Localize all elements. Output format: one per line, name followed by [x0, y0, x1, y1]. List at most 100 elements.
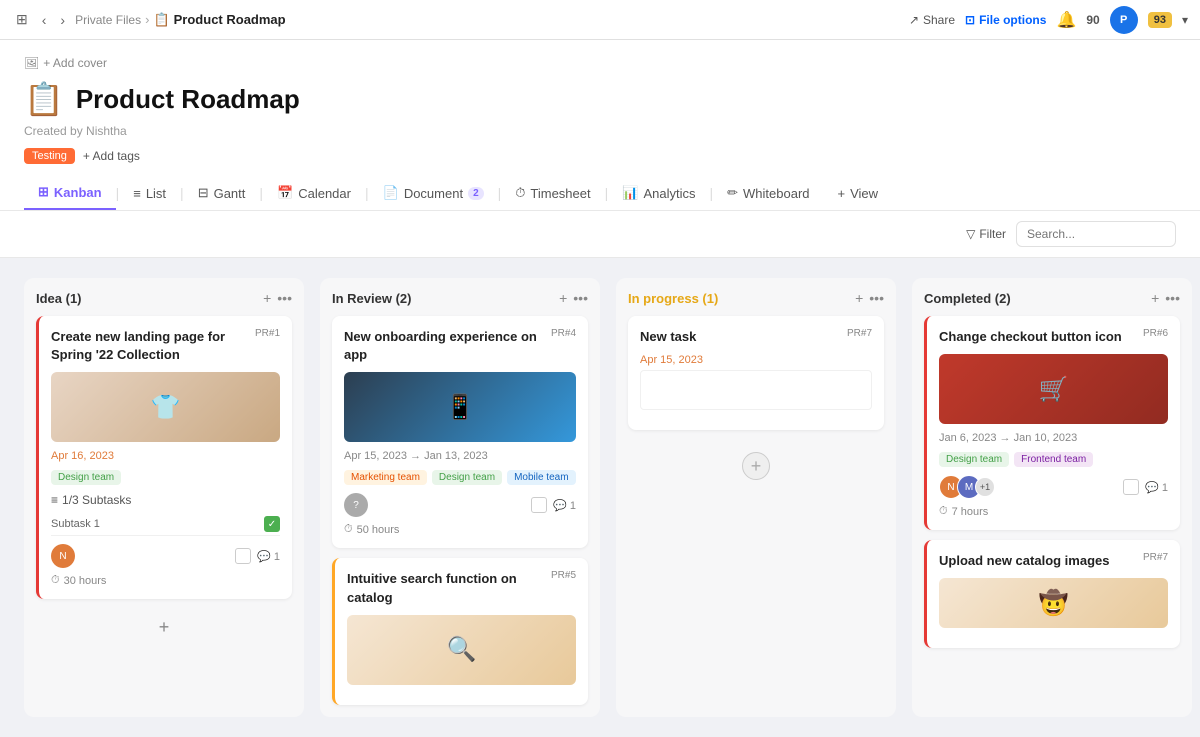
tab-kanban[interactable]: ⊞ Kanban — [24, 176, 116, 210]
card-pr1-subtasks: ≡ 1/3 Subtasks — [51, 493, 280, 507]
card-pr7b-image: 🤠 — [939, 578, 1168, 628]
share-button[interactable]: ↗ Share — [909, 13, 955, 27]
topbar-right: ↗ Share ⊡ File options 🔔 90 P 93 ▾ — [909, 6, 1188, 34]
clock-icon-pr6: ⏱ — [939, 505, 948, 518]
design-team-tag-pr4[interactable]: Design team — [432, 470, 502, 485]
filter-button[interactable]: ▽ Filter — [966, 227, 1006, 241]
card-pr5-badge: PR#5 — [551, 570, 576, 581]
card-pr7-inprogress[interactable]: New task PR#7 Apr 15, 2023 — [628, 316, 884, 430]
card-pr7-completed[interactable]: Upload new catalog images PR#7 🤠 — [924, 540, 1180, 648]
search-input[interactable] — [1016, 221, 1176, 247]
tab-gantt[interactable]: ⊟ Gantt — [184, 177, 260, 209]
back-btn[interactable]: ‹ — [38, 8, 51, 32]
topbar-left: ⊞ ‹ › Private Files › 📋 Product Roadmap — [12, 7, 901, 32]
gantt-icon: ⊟ — [198, 185, 209, 201]
card-pr6-comments: 💬 1 — [1145, 481, 1168, 494]
column-completed-menu-btn[interactable]: ••• — [1165, 290, 1180, 306]
subtask-1-checkbox[interactable]: ✓ — [264, 516, 280, 532]
score-badge: 93 — [1148, 12, 1172, 28]
card-pr1-image: 👕 — [51, 372, 280, 442]
card-pr4[interactable]: New onboarding experience on app PR#4 📱 … — [332, 316, 588, 548]
testing-tag[interactable]: Testing — [24, 148, 75, 164]
card-pr6[interactable]: Change checkout button icon PR#6 🛒 Jan 6… — [924, 316, 1180, 530]
card-pr1-comments: 💬 1 — [257, 550, 280, 563]
user-menu-chevron[interactable]: ▾ — [1182, 13, 1188, 27]
inprogress-add-card-btn[interactable]: + — [742, 452, 770, 480]
plus-icon: + — [838, 186, 846, 201]
column-inreview-title: In Review (2) — [332, 291, 411, 306]
clock-icon-pr4: ⏱ — [344, 523, 353, 536]
timesheet-icon: ⏱ — [515, 185, 525, 201]
subtask-1-item: Subtask 1 ✓ — [51, 513, 280, 536]
document-badge: 2 — [468, 187, 484, 200]
column-idea-add-card-btn[interactable]: + — [36, 609, 292, 646]
user-avatar[interactable]: P — [1110, 6, 1138, 34]
column-idea: Idea (1) + ••• Create new landing page f… — [24, 278, 304, 717]
sidebar-toggle-btn[interactable]: ⊞ — [12, 7, 32, 32]
add-tags-button[interactable]: + Add tags — [83, 149, 140, 163]
design-team-tag[interactable]: Design team — [51, 470, 121, 485]
breadcrumb-separator: › — [145, 12, 149, 27]
card-pr5[interactable]: Intuitive search function on catalog PR#… — [332, 558, 588, 704]
page-title-row: 📋 Product Roadmap — [24, 80, 1176, 118]
file-options-button[interactable]: ⊡ File options — [965, 13, 1046, 27]
card-pr6-avatars: N M +1 — [939, 475, 995, 499]
list-icon: ≡ — [133, 186, 141, 201]
column-inprogress-header: In progress (1) + ••• — [628, 290, 884, 306]
notifications-button[interactable]: 🔔 — [1056, 10, 1076, 30]
page-emoji: 📋 — [24, 80, 64, 118]
tab-analytics[interactable]: 📊 Analytics — [608, 177, 709, 209]
tab-whiteboard[interactable]: ✏ Whiteboard — [713, 177, 823, 209]
page-header: 🖼 + Add cover 📋 Product Roadmap Created … — [0, 40, 1200, 211]
card-pr7-date: Apr 15, 2023 — [640, 354, 872, 366]
tabs: ⊞ Kanban | ≡ List | ⊟ Gantt | 📅 Calendar… — [24, 176, 1176, 210]
column-idea-menu-btn[interactable]: ••• — [277, 290, 292, 306]
topbar: ⊞ ‹ › Private Files › 📋 Product Roadmap … — [0, 0, 1200, 40]
created-by-label: Created by Nishtha — [24, 124, 1176, 138]
mobile-team-tag[interactable]: Mobile team — [507, 470, 575, 485]
tab-view-plus[interactable]: + View — [824, 178, 893, 209]
forward-btn[interactable]: › — [56, 8, 69, 32]
card-pr6-checkbox[interactable] — [1123, 479, 1139, 495]
card-pr7-title: New task — [640, 328, 839, 346]
marketing-team-tag[interactable]: Marketing team — [344, 470, 427, 485]
card-pr4-badge: PR#4 — [551, 328, 576, 339]
tab-list[interactable]: ≡ List — [119, 178, 180, 209]
card-pr4-time: ⏱ 50 hours — [344, 523, 576, 536]
column-idea-add-btn[interactable]: + — [263, 290, 271, 306]
breadcrumb-parent[interactable]: Private Files — [75, 13, 141, 27]
card-pr7b-title: Upload new catalog images — [939, 552, 1135, 570]
tags-row: Testing + Add tags — [24, 148, 1176, 164]
column-inreview-menu-btn[interactable]: ••• — [573, 290, 588, 306]
card-pr4-date-range: Apr 15, 2023 → Jan 13, 2023 — [344, 450, 576, 462]
column-completed-add-btn[interactable]: + — [1151, 290, 1159, 306]
toolbar: ▽ Filter — [0, 211, 1200, 258]
column-inreview-add-btn[interactable]: + — [559, 290, 567, 306]
tab-calendar[interactable]: 📅 Calendar — [263, 177, 365, 209]
card-pr7-badge: PR#7 — [847, 328, 872, 339]
column-inprogress-add-btn[interactable]: + — [855, 290, 863, 306]
tab-timesheet[interactable]: ⏱ Timesheet — [501, 177, 604, 209]
card-pr4-checkbox[interactable] — [531, 497, 547, 513]
column-inprogress-menu-btn[interactable]: ••• — [869, 290, 884, 306]
tab-document[interactable]: 📄 Document 2 — [369, 177, 498, 209]
card-pr6-tags: Design team Frontend team — [939, 452, 1168, 467]
file-options-icon: ⊡ — [965, 13, 975, 27]
card-pr1-checkbox[interactable] — [235, 548, 251, 564]
column-idea-title: Idea (1) — [36, 291, 82, 306]
card-pr4-comments: 💬 1 — [553, 499, 576, 512]
card-pr4-avatar: ? — [344, 493, 368, 517]
notification-count: 90 — [1086, 13, 1099, 27]
add-cover-button[interactable]: 🖼 + Add cover — [24, 56, 107, 70]
breadcrumb-icon: 📋 — [153, 12, 169, 28]
card-pr6-date-range: Jan 6, 2023 → Jan 10, 2023 — [939, 432, 1168, 444]
card-pr1[interactable]: Create new landing page for Spring '22 C… — [36, 316, 292, 599]
card-pr6-avatar-plus: +1 — [975, 477, 995, 497]
column-completed-header: Completed (2) + ••• — [924, 290, 1180, 306]
column-completed-title: Completed (2) — [924, 291, 1011, 306]
column-inreview: In Review (2) + ••• New onboarding exper… — [320, 278, 600, 717]
frontend-team-tag[interactable]: Frontend team — [1014, 452, 1093, 467]
design-team-tag-pr6[interactable]: Design team — [939, 452, 1009, 467]
card-pr6-image: 🛒 — [939, 354, 1168, 424]
column-inprogress: In progress (1) + ••• New task PR#7 Apr … — [616, 278, 896, 717]
